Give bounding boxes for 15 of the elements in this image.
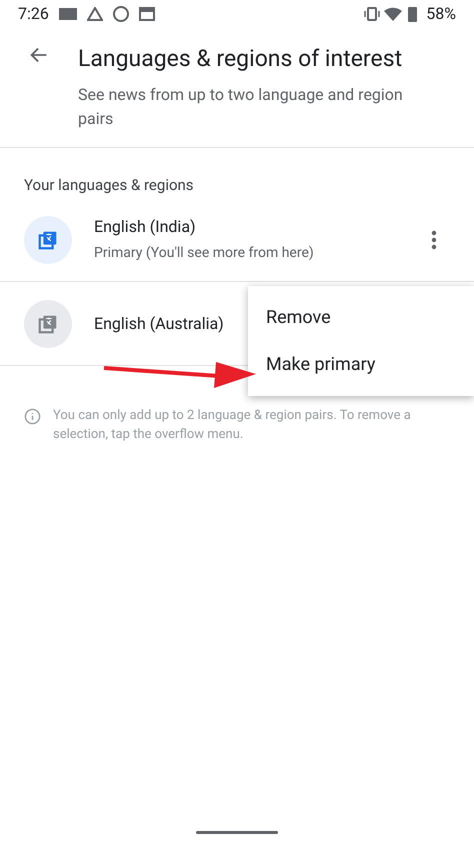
language-name: English (India) [94,216,196,238]
section-heading: Your languages & regions [23,174,195,196]
triangle-icon [86,7,103,21]
language-detail: Primary (You'll see more from here) [94,244,314,263]
language-row[interactable]: English (India) Primary (You'll see more from here) [0,198,474,282]
menu-item[interactable]: Remove [248,294,474,341]
language-name: English (Australia) [94,312,224,334]
calendar-icon [138,7,155,21]
info-icon [24,408,41,425]
battery-percentage: 58% [426,3,456,25]
clock-time: 7:26 [18,3,49,25]
page-title: Languages & regions of interest [78,44,404,74]
info-text: You can only add up to 2 language & region pairs. To remove a selection, tap the overflow menu. [53,407,412,444]
page-subtitle: See news from up to two language and region pairs [78,84,404,130]
more-vert-icon [431,230,437,250]
